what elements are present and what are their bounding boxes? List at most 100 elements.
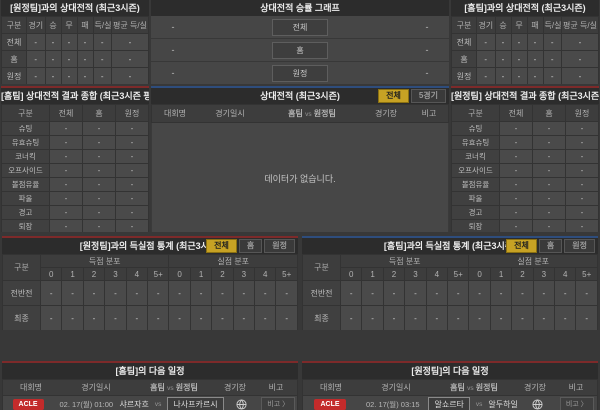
bin-header: 5+ [575, 267, 598, 281]
tab-all[interactable]: 전체 [506, 239, 537, 253]
col-header-home: 홈팀 [450, 383, 465, 392]
winrate-bar-left [195, 62, 272, 84]
winrate-row-label: 홈 [272, 41, 328, 59]
table-cell: - [60, 67, 78, 84]
tab-home[interactable]: 홈 [238, 239, 263, 253]
col-header: 승 [494, 16, 512, 34]
table-cell: - [82, 121, 116, 136]
table-row: 파울 - - - [1, 191, 149, 206]
note-button[interactable]: 비고 〉 [559, 397, 594, 410]
table-cell: - [425, 280, 449, 306]
table-cell: - [565, 149, 599, 164]
away-team-name[interactable]: 나사프카르시 [167, 396, 224, 410]
table-cell: - [211, 280, 234, 306]
bin-header: 4 [554, 267, 577, 281]
table-cell: - [254, 280, 277, 306]
table-cell: - [476, 33, 496, 51]
table-cell: - [147, 280, 170, 306]
tab-away[interactable]: 원정 [564, 239, 595, 253]
table-cell: - [275, 280, 298, 306]
table-cell: - [39, 280, 63, 306]
schedule-header: 대회명 경기일시 홈팀 vs 원정팀 경기장 비고 [302, 379, 598, 396]
col-header-match: 홈팀 vs 원정팀 [262, 108, 362, 119]
table-cell: - [499, 163, 533, 178]
table-cell: - [76, 67, 94, 84]
tab-all[interactable]: 전체 [378, 89, 409, 103]
bin-header: 1 [361, 267, 384, 281]
match-teams: 샤르자흐 vs 나사프카르시 [119, 396, 224, 410]
bin-header: 0 [39, 267, 63, 281]
result-summary-table: 구분 전체 홈 원정 슈팅 - - - 유효슈팅 - - - 코너킥 - - -… [1, 104, 149, 232]
tab-away[interactable]: 원정 [264, 239, 295, 253]
row-label: 전체 [451, 33, 477, 51]
tab-home[interactable]: 홈 [538, 239, 563, 253]
home-team-name[interactable]: 샤르자흐 [119, 399, 148, 410]
col-header-league: 대회명 [163, 109, 187, 118]
table-cell: - [499, 219, 533, 232]
home-team-name[interactable]: 알쇼르타 [428, 396, 470, 410]
bin-header: 3 [532, 267, 556, 281]
col-header-match: 홈팀 vs 원정팀 [133, 382, 215, 393]
table-row: 볼점유율 - - - [1, 177, 149, 192]
table-row: 오프사이드 - - - [451, 163, 599, 178]
table-row: 전체 - - - - - - [1, 33, 149, 51]
table-cell: - [494, 67, 512, 84]
table-cell: - [532, 205, 566, 220]
stadium-icon[interactable] [518, 398, 557, 410]
bin-header: 2 [211, 267, 234, 281]
table-cell: - [115, 177, 149, 192]
panel-title: 상대전적 승률 그래프 [151, 0, 449, 16]
bin-header: 1 [61, 267, 84, 281]
row-label: 슈팅 [1, 121, 50, 136]
vs-label: vs [167, 385, 174, 392]
col-header: 득/실 [92, 16, 112, 34]
panel-title: [홈팀]과의 상대전적 (최근3시즌) [451, 0, 599, 16]
row-label: 최종 [302, 305, 341, 330]
home-winrate-value: - [171, 45, 175, 55]
col-header-away: 원정팀 [313, 109, 336, 118]
table-row: 경고 - - - [1, 205, 149, 220]
vs-label: vs [305, 111, 312, 118]
table-cell: - [49, 121, 83, 136]
table-cell: - [532, 219, 566, 232]
away-team-name[interactable]: 알두하일 [488, 399, 517, 410]
row-label: 퇴장 [451, 219, 500, 232]
table-cell: - [49, 191, 83, 206]
row-label: 홈 [1, 50, 27, 68]
table-cell: - [49, 163, 83, 178]
note-button[interactable]: 비고 〉 [261, 397, 296, 410]
col-header: 경기 [476, 16, 496, 34]
table-cell: - [115, 149, 149, 164]
table-cell: - [561, 67, 599, 84]
winrate-row: - 홈 - [151, 39, 449, 62]
table-cell: - [44, 50, 62, 68]
col-header-note: 비고 [268, 383, 284, 392]
table-cell: - [232, 280, 256, 306]
row-label: 파울 [1, 191, 50, 206]
tab-all[interactable]: 전체 [206, 239, 237, 253]
table-cell: - [489, 305, 513, 330]
panel-title: [홈팀]의 다음 일정 [2, 363, 298, 379]
table-row: 홈 - - - - - - [1, 50, 149, 68]
away-winrate-value: - [425, 68, 429, 78]
table-cell: - [115, 121, 149, 136]
bin-header: 1 [189, 267, 213, 281]
group-header-conceded: 실점 분포 [168, 254, 298, 268]
table-row: 전반전 - - - - - - - - - - - - [302, 280, 598, 306]
panel-title: 상대전적 (최근3시즌) 전체 5경기 [151, 88, 449, 104]
table-cell: - [510, 33, 528, 51]
winrate-row: - 원정 - [151, 62, 449, 84]
table-cell: - [565, 177, 599, 192]
table-cell: - [499, 149, 533, 164]
schedule-row: ACLE 02. 17(월) 01:00 샤르자흐 vs 나사프카르시 비고 〉 [2, 396, 298, 410]
col-header: 무 [510, 16, 528, 34]
table-cell: - [115, 219, 149, 232]
col-header: 구분 [451, 16, 477, 34]
table-cell: - [111, 67, 149, 84]
stadium-icon[interactable] [224, 398, 260, 410]
row-label: 유효슈팅 [451, 135, 500, 150]
table-cell: - [542, 50, 562, 68]
table-row: 파울 - - - [451, 191, 599, 206]
tab-5games[interactable]: 5경기 [410, 89, 446, 103]
row-label: 경고 [451, 205, 500, 220]
